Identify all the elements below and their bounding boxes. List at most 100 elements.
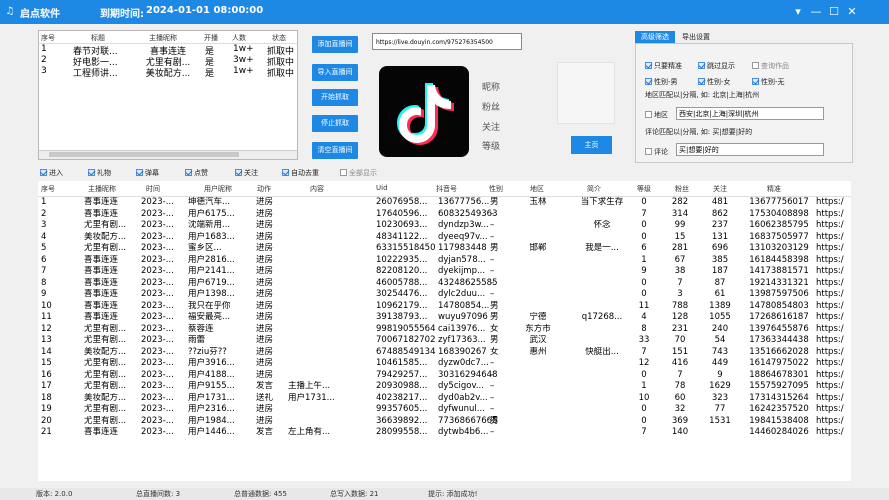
table-cell: 用户1984... — [188, 415, 235, 426]
table-cell: 2023-... — [141, 323, 174, 334]
table-row[interactable]: 8 喜事连连 2023-... 用户6719... 进房 46005788... 43248… — [38, 278, 851, 290]
table-row[interactable]: 17 尤里有剧... 2023-... 用户9155... 发言 主播上午... 20930… — [38, 381, 851, 393]
home-button[interactable]: 主页 — [571, 136, 612, 154]
filter-gender-female[interactable]: 性别-女 — [698, 77, 731, 87]
table-cell: 2023-... — [141, 358, 174, 368]
filter-query-works[interactable]: 查询作品 — [752, 61, 789, 71]
table-row[interactable]: 15 尤里有剧... 2023-... 用户3916... 进房 10461585... d… — [38, 358, 851, 370]
table-cell: https:/ — [816, 369, 844, 380]
region-input[interactable]: 西安|北京|上海|深圳|杭州 — [676, 107, 824, 120]
event-filter-dedupe[interactable]: 自动去重 — [282, 168, 319, 178]
table-cell: 1531 — [709, 415, 731, 426]
filter-region[interactable]: 地区 — [645, 110, 668, 120]
add-room-button[interactable]: 添加直播间 — [312, 36, 358, 53]
table-row[interactable]: 13 尤里有剧... 2023-... 雨蕾 进房 70067182702 zyf17363… — [38, 335, 851, 347]
expire-value: 2024-01-01 08:00:00 — [146, 5, 264, 16]
table-cell: – — [490, 427, 495, 437]
filter-precise[interactable]: 只要精准 — [645, 61, 682, 71]
stop-capture-button[interactable]: 停止抓取 — [312, 115, 358, 132]
list-item[interactable]: 3 工程师讲... 美妆配方... 是 1w+ 抓取中 — [39, 66, 297, 79]
table-cell: 用户2141... — [188, 266, 235, 276]
table-row[interactable]: 6 喜事连连 2023-... 用户2816... 进房 10222935... dyjan… — [38, 255, 851, 267]
table-cell: 喜事连连 — [84, 208, 119, 219]
table-cell: 481 — [711, 197, 729, 207]
table-row[interactable]: 19 尤里有剧... 2023-... 用户2316... 进房 99357605... d… — [38, 404, 851, 416]
minimize-icon[interactable]: — — [808, 4, 824, 20]
table-cell: – — [490, 208, 495, 219]
table-cell: 用户2816... — [188, 254, 235, 265]
table-cell: 99357605... — [376, 404, 428, 414]
event-filter-enter[interactable]: 进入 — [40, 168, 63, 178]
filter-gender-male[interactable]: 性别-男 — [645, 77, 678, 87]
table-row[interactable]: 14 美妆配方... 2023-... ??ziu芬?? 进房 67488549134 16… — [38, 347, 851, 359]
table-cell: 13 — [41, 335, 52, 345]
table-header: 序号 主播昵称 时间 用户昵称 动作 内容 Uid 抖音号 性别 地区 简介 等… — [38, 181, 851, 197]
comment-hint: 评论匹配以|分隔, 如: 买|想要|好的 — [645, 128, 753, 136]
room-list[interactable]: 序号 标题 主播昵称 开播 人数 状态 1 春节对联... 喜事连连是 1w+ 抓取中 2… — [38, 30, 298, 160]
maximize-icon[interactable]: ☐ — [826, 4, 842, 20]
table-row[interactable]: 3 尤里有剧... 2023-... 沈端新用... 进房 10230693... dynd… — [38, 220, 851, 232]
table-cell: 0 — [641, 231, 647, 242]
table-row[interactable]: 20 尤里有剧... 2023-... 用户1984... 进房 36639892... 7… — [38, 416, 851, 428]
list-cell: 1w+ — [233, 44, 254, 54]
table-row[interactable]: 21 喜事连连 2023-... 用户1446... 发言 左上角有... 28099558… — [38, 427, 851, 439]
start-capture-button[interactable]: 开始抓取 — [312, 89, 358, 106]
menu-dropdown-icon[interactable]: ▾ — [790, 4, 806, 20]
nickname-label: 昵称 — [482, 83, 501, 93]
table-cell: 用户1731... — [288, 392, 335, 403]
close-icon[interactable]: ✕ — [844, 4, 860, 20]
table-cell: 1629 — [709, 381, 731, 391]
import-room-button[interactable]: 导入直播间 — [312, 64, 358, 81]
table-row[interactable]: 1 喜事连连 2023-... 坤德汽车... 进房 26076958... 1367775… — [38, 197, 851, 209]
table-cell: 7 — [641, 346, 647, 357]
table-cell: 14780854803 — [749, 300, 809, 311]
table-cell: 1 — [641, 381, 647, 391]
table-cell: https:/ — [816, 277, 844, 288]
event-filter-like[interactable]: 点赞 — [185, 168, 208, 178]
table-row[interactable]: 16 尤里有剧... 2023-... 用户4188... 进房 79429257... 3… — [38, 370, 851, 382]
filter-gender-none[interactable]: 性别-无 — [752, 77, 785, 87]
tab-advanced-filter[interactable]: 高级筛选 — [635, 31, 675, 43]
col-header: Uid — [376, 184, 388, 192]
table-cell: 进房 — [256, 220, 274, 230]
table-row[interactable]: 5 尤里有剧... 2023-... 蜜乡区... 进房 63315518450 11798… — [38, 243, 851, 255]
table-row[interactable]: 18 美妆配方... 2023-... 用户1731... 送礼 用户1731... 402… — [38, 393, 851, 405]
table-cell: https:/ — [816, 427, 844, 437]
app-title: 启点软件 — [20, 9, 60, 20]
table-row[interactable]: 4 美妆配方... 2023-... 用户1683... 进房 48341122... dy… — [38, 232, 851, 244]
filter-comment[interactable]: 评论 — [645, 147, 668, 157]
filter-skip-display[interactable]: 跳过显示 — [698, 61, 735, 71]
table-cell: 2 — [41, 208, 47, 219]
list-cell: 美妆配方... — [145, 69, 191, 79]
table-cell: 主播上午... — [288, 381, 331, 391]
table-row[interactable]: 12 尤里有剧... 2023-... 蔡蓉连 进房 99819055564 cai1397… — [38, 324, 851, 336]
event-filter-show-all[interactable]: 全部显示 — [340, 168, 377, 178]
title-bar: ♫ 启点软件 到期时间: 2024-01-01 08:00:00 ▾ — ☐ ✕ — [0, 0, 889, 24]
table-cell: 240 — [711, 323, 729, 334]
room-url-input[interactable]: https://live.douyin.com/975276354500 — [372, 33, 522, 50]
list-item[interactable]: 2 好电影一... 尤里有剧... 是 3w+ 抓取中 — [39, 55, 297, 68]
table-cell: 16184458398 — [749, 254, 809, 265]
table-cell: https:/ — [816, 300, 844, 311]
table-cell: 东方市 — [525, 323, 551, 334]
table-cell: – — [490, 254, 495, 265]
main-window: ♫ 启点软件 到期时间: 2024-01-01 08:00:00 ▾ — ☐ ✕… — [0, 0, 889, 500]
list-cell: 1 — [41, 44, 47, 54]
event-filter-danmaku[interactable]: 弹幕 — [136, 168, 159, 178]
tab-export-settings[interactable]: 导出设置 — [676, 31, 716, 43]
table-cell: 13103203129 — [749, 243, 809, 253]
table-row[interactable]: 10 喜事连连 2023-... 我只在乎你 进房 10962179... 14780854… — [38, 301, 851, 313]
table-row[interactable]: 2 喜事连连 2023-... 用户6175... 进房 17640596... 60832… — [38, 209, 851, 221]
table-row[interactable]: 11 喜事连连 2023-... 福安最亮... 进房 39138793... wuyu97… — [38, 312, 851, 324]
table-row[interactable]: 9 喜事连连 2023-... 用户1398... 进房 30254476... dylc2… — [38, 289, 851, 301]
table-row[interactable]: 7 喜事连连 2023-... 用户2141... 进房 82208120... dyeki… — [38, 266, 851, 278]
room-list-scrollbar[interactable] — [39, 150, 297, 159]
list-item[interactable]: 1 春节对联... 喜事连连是 1w+ 抓取中 — [39, 44, 297, 57]
clear-rooms-button[interactable]: 清空直播间 — [312, 142, 358, 159]
user-data-table[interactable]: 序号 主播昵称 时间 用户昵称 动作 内容 Uid 抖音号 性别 地区 简介 等… — [38, 181, 851, 481]
table-cell: – — [490, 289, 495, 299]
table-cell: 17640596... — [376, 208, 428, 219]
event-filter-follow[interactable]: 关注 — [235, 168, 258, 178]
comment-input[interactable]: 买|想要|好的 — [676, 143, 824, 156]
event-filter-gift[interactable]: 礼物 — [88, 168, 111, 178]
